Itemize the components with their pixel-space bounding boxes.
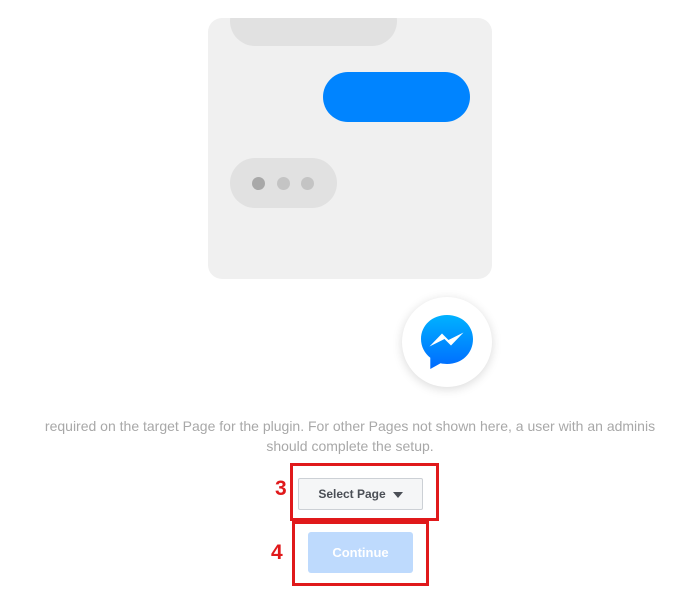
annotation-number-4: 4 [271, 541, 283, 564]
info-line-2: should complete the setup. [266, 438, 434, 454]
chat-illustration [208, 18, 492, 279]
sent-message-bubble [323, 72, 470, 122]
received-message-bubble [230, 18, 397, 46]
messenger-logo-icon [402, 297, 492, 387]
typing-dot [252, 177, 265, 190]
setup-info-text: required on the target Page for the plug… [0, 416, 686, 456]
info-line-1: required on the target Page for the plug… [44, 418, 656, 434]
continue-label: Continue [332, 545, 389, 560]
typing-indicator-bubble [230, 158, 337, 208]
continue-button[interactable]: Continue [308, 532, 413, 573]
typing-dot [301, 177, 314, 190]
typing-dot [277, 177, 290, 190]
select-page-label: Select Page [318, 487, 386, 501]
caret-down-icon [392, 492, 403, 498]
select-page-dropdown[interactable]: Select Page [298, 478, 423, 510]
messenger-bolt-icon [421, 315, 473, 369]
annotation-number-3: 3 [275, 477, 287, 500]
